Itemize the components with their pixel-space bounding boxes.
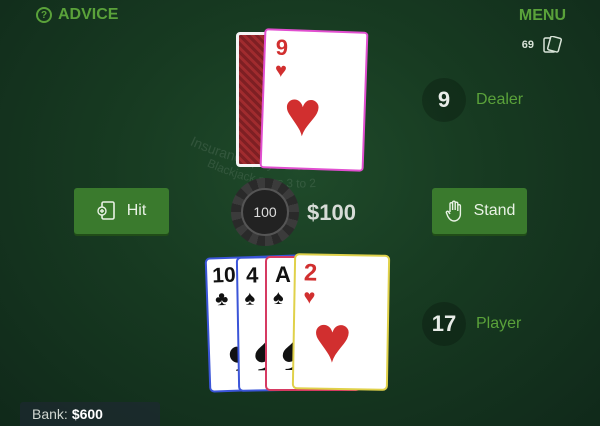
player-card-rank: 10	[211, 263, 237, 288]
chip-value: 100	[241, 188, 289, 236]
bet-chip[interactable]: 100	[231, 178, 299, 246]
menu-button[interactable]: MENU	[519, 7, 566, 25]
player-score-value: 17	[422, 302, 466, 346]
bank-label: Bank:	[32, 406, 68, 422]
cards-deck-icon	[543, 36, 562, 53]
player-score: 17 Player	[422, 302, 521, 346]
deck-counter: 69	[522, 36, 562, 54]
hand-icon	[445, 200, 461, 222]
player-score-label: Player	[476, 315, 522, 332]
advice-label: ADVICE	[58, 6, 119, 23]
player-card-rank: 4	[245, 262, 259, 288]
heart-icon: ♥	[282, 76, 323, 151]
question-icon: ?	[36, 7, 52, 23]
bank-panel: Bank: $600	[20, 402, 160, 426]
dealer-score-label: Dealer	[476, 91, 524, 108]
player-card-4: 2 ♥ ♥	[291, 253, 391, 391]
spade-icon: ♠	[273, 287, 284, 309]
hit-button[interactable]: Hit	[74, 188, 169, 234]
player-card-rank: A	[275, 262, 291, 287]
advice-button[interactable]: ? ADVICE	[36, 6, 118, 24]
deck-count-value: 69	[521, 39, 534, 51]
player-card-rank: 2	[303, 259, 318, 287]
add-card-icon	[97, 201, 115, 220]
dealer-card-up: 9 ♥ ♥	[259, 28, 369, 172]
bank-value: $600	[71, 406, 103, 422]
bet-amount: $100	[307, 200, 356, 225]
stand-label: Stand	[473, 202, 516, 219]
stand-button[interactable]: Stand	[432, 188, 527, 234]
dealer-score-value: 9	[422, 78, 466, 122]
heart-icon: ♥	[312, 301, 353, 377]
club-icon: ♣	[214, 287, 229, 311]
dealer-score: 9 Dealer	[422, 78, 523, 122]
dealer-card-rank: 9	[275, 34, 289, 61]
hit-label: Hit	[126, 202, 147, 219]
spade-icon: ♠	[244, 287, 256, 310]
